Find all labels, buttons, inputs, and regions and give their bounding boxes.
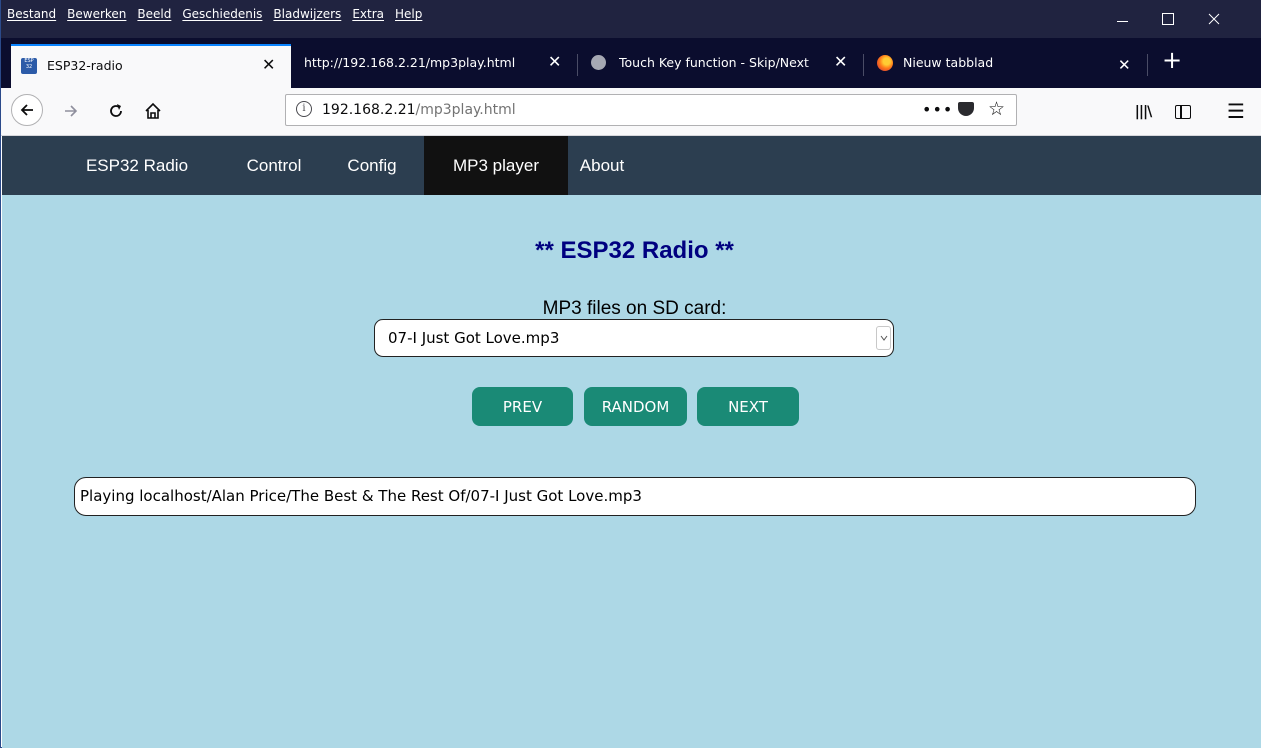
- menu-bestand[interactable]: Bestand: [7, 0, 56, 21]
- tab-touch-key[interactable]: Touch Key function - Skip/Next ✕: [581, 43, 861, 83]
- back-arrow-icon: [20, 104, 33, 116]
- selected-file: 07-I Just Got Love.mp3: [388, 329, 560, 347]
- tab-close-icon[interactable]: ✕: [262, 57, 275, 73]
- reload-button[interactable]: [104, 98, 128, 124]
- pocket-icon[interactable]: [958, 102, 974, 116]
- navigation-bar: i 192.168.2.21/mp3play.html ••• ☆ |||\ ☰: [1, 88, 1261, 136]
- info-icon[interactable]: i: [296, 101, 312, 117]
- tab-mp3play[interactable]: http://192.168.2.21/mp3play.html ✕: [294, 43, 574, 83]
- prev-button[interactable]: PREV: [472, 387, 573, 426]
- minimize-icon: [1116, 20, 1128, 22]
- nav-about[interactable]: About: [572, 136, 632, 195]
- sidebar-icon: [1175, 105, 1191, 119]
- tab-close-icon[interactable]: ✕: [548, 54, 561, 70]
- back-button[interactable]: [11, 94, 43, 126]
- bookmark-star-icon[interactable]: ☆: [988, 98, 1005, 120]
- menu-extra[interactable]: Extra: [352, 0, 384, 21]
- tab-label: Nieuw tabblad: [903, 55, 994, 70]
- url-text[interactable]: 192.168.2.21/mp3play.html: [322, 102, 516, 118]
- firefox-favicon-icon: [877, 55, 893, 71]
- tab-separator: [863, 54, 864, 76]
- menu-bladwijzers[interactable]: Bladwijzers: [273, 0, 341, 21]
- nav-config[interactable]: Config: [327, 136, 417, 195]
- library-icon[interactable]: |||\: [1131, 100, 1155, 124]
- menu-help[interactable]: Help: [395, 0, 422, 21]
- url-host: 192.168.2.21: [322, 102, 416, 118]
- new-tab-icon[interactable]: +: [1162, 48, 1182, 72]
- maximize-icon: [1162, 13, 1174, 25]
- tab-esp32-radio[interactable]: ESP 32 ESP32-radio ✕: [11, 44, 291, 88]
- site-nav: ESP32 Radio Control Config MP3 player Ab…: [2, 136, 1261, 195]
- url-path: /mp3play.html: [415, 102, 516, 118]
- tab-separator: [577, 54, 578, 76]
- tab-label: ESP32-radio: [47, 58, 123, 73]
- menu-beeld[interactable]: Beeld: [137, 0, 171, 21]
- tab-close-icon[interactable]: ✕: [834, 54, 847, 70]
- menu-bar: Bestand Bewerken Beeld Geschiedenis Blad…: [1, 0, 1261, 38]
- chevron-down-icon[interactable]: [876, 326, 891, 350]
- maximize-button[interactable]: [1145, 0, 1191, 38]
- forward-button[interactable]: [59, 98, 83, 124]
- url-bar[interactable]: i 192.168.2.21/mp3play.html ••• ☆: [285, 94, 1017, 126]
- nav-control[interactable]: Control: [224, 136, 324, 195]
- minimize-button[interactable]: [1099, 0, 1145, 38]
- github-favicon-icon: [591, 55, 606, 70]
- close-icon: [1208, 13, 1220, 25]
- home-button[interactable]: [140, 98, 166, 124]
- close-tab-icon[interactable]: ✕: [1118, 56, 1131, 74]
- menu-bewerken[interactable]: Bewerken: [67, 0, 126, 21]
- forward-arrow-icon: [65, 105, 78, 117]
- mp3-file-select[interactable]: 07-I Just Got Love.mp3: [374, 319, 894, 357]
- status-text: Playing localhost/Alan Price/The Best & …: [80, 487, 642, 505]
- menu: Bestand Bewerken Beeld Geschiedenis Blad…: [7, 0, 433, 38]
- tab-label: http://192.168.2.21/mp3play.html: [304, 55, 516, 70]
- tab-label: Touch Key function - Skip/Next: [619, 55, 809, 70]
- nav-esp32-radio[interactable]: ESP32 Radio: [62, 136, 212, 195]
- page-content: ESP32 Radio Control Config MP3 player Ab…: [2, 136, 1261, 748]
- menu-geschiedenis[interactable]: Geschiedenis: [182, 0, 262, 21]
- nav-mp3-player[interactable]: MP3 player: [424, 136, 568, 195]
- page-actions-icon[interactable]: •••: [922, 100, 953, 119]
- page-title: ** ESP32 Radio **: [535, 237, 734, 264]
- select-label: MP3 files on SD card:: [542, 298, 727, 319]
- home-icon: [145, 102, 161, 119]
- random-button[interactable]: RANDOM: [584, 387, 687, 426]
- browser-window: Bestand Bewerken Beeld Geschiedenis Blad…: [0, 0, 1261, 748]
- next-button[interactable]: NEXT: [697, 387, 799, 426]
- tab-strip: ESP 32 ESP32-radio ✕ http://192.168.2.21/…: [1, 38, 1261, 88]
- tab-separator: [1147, 54, 1148, 76]
- reload-icon: [110, 104, 122, 117]
- sidebar-button[interactable]: [1171, 100, 1195, 124]
- esp32-favicon-icon: ESP 32: [21, 58, 37, 74]
- hamburger-menu-icon[interactable]: ☰: [1223, 98, 1249, 124]
- window-close-button[interactable]: [1191, 0, 1237, 38]
- status-field: Playing localhost/Alan Price/The Best & …: [74, 477, 1196, 516]
- tab-nieuw-tabblad[interactable]: Nieuw tabblad: [867, 43, 1107, 83]
